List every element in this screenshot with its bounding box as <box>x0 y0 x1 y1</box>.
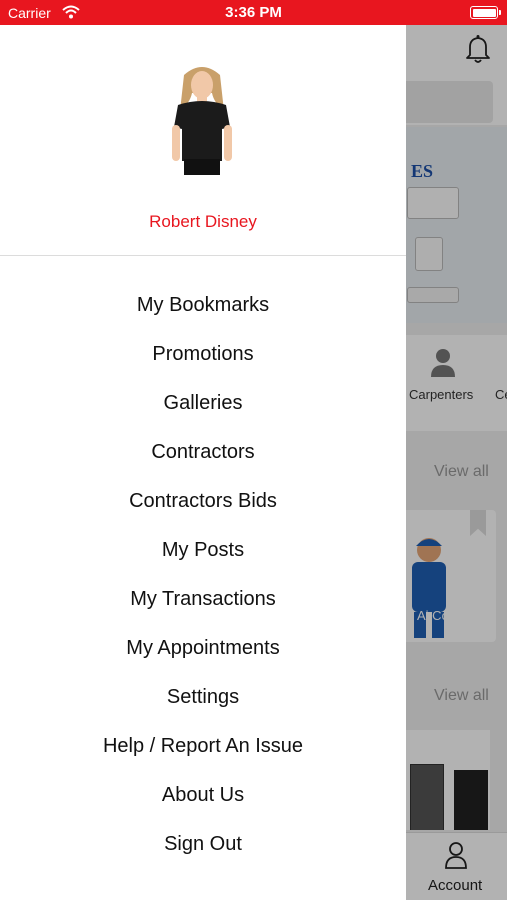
menu-item-about-us[interactable]: About Us <box>0 771 406 820</box>
menu-item-contractors-bids[interactable]: Contractors Bids <box>0 477 406 526</box>
battery-icon <box>470 6 501 19</box>
profile-name[interactable]: Robert Disney <box>0 212 406 232</box>
status-bar: Carrier 3:36 PM <box>0 0 507 25</box>
menu-item-my-bookmarks[interactable]: My Bookmarks <box>0 281 406 330</box>
side-drawer: Robert Disney My Bookmarks Promotions Ga… <box>0 25 406 900</box>
drawer-divider <box>0 255 406 256</box>
menu-item-contractors[interactable]: Contractors <box>0 428 406 477</box>
menu-item-settings[interactable]: Settings <box>0 673 406 722</box>
menu-item-my-transactions[interactable]: My Transactions <box>0 575 406 624</box>
menu-item-my-appointments[interactable]: My Appointments <box>0 624 406 673</box>
drawer-menu: My Bookmarks Promotions Galleries Contra… <box>0 281 406 869</box>
menu-item-promotions[interactable]: Promotions <box>0 330 406 379</box>
menu-item-my-posts[interactable]: My Posts <box>0 526 406 575</box>
clock: 3:36 PM <box>225 4 282 21</box>
menu-item-galleries[interactable]: Galleries <box>0 379 406 428</box>
menu-item-sign-out[interactable]: Sign Out <box>0 820 406 869</box>
menu-item-help-report-issue[interactable]: Help / Report An Issue <box>0 722 406 771</box>
avatar[interactable] <box>154 63 250 175</box>
